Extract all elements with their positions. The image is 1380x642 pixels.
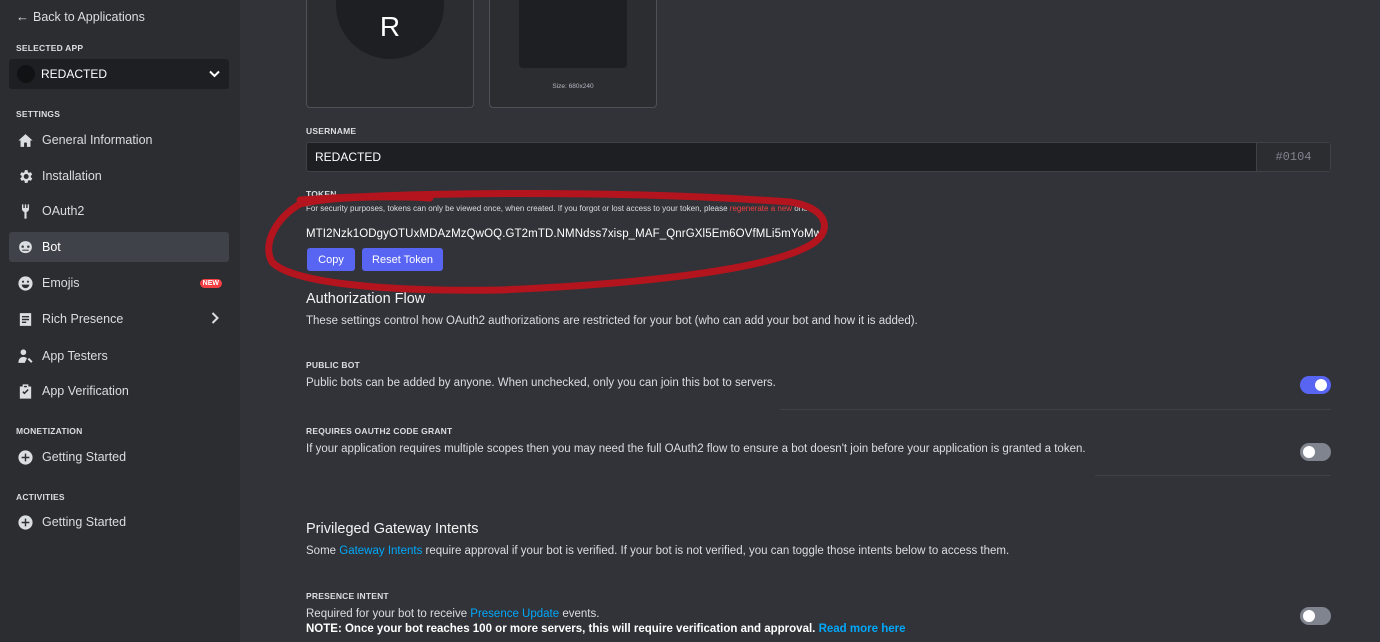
presence-intent-description: Required for your bot to receive Presenc… bbox=[306, 608, 599, 620]
sidebar-item-label: App Verification bbox=[42, 384, 129, 398]
monetization-label: MONETIZATION bbox=[16, 426, 83, 436]
gateway-intents-link[interactable]: Gateway Intents bbox=[339, 545, 422, 557]
sidebar-item-label: Getting Started bbox=[42, 450, 127, 464]
username-label: USERNAME bbox=[306, 126, 357, 136]
sidebar-item-label: Bot bbox=[42, 240, 61, 254]
settings-label: SETTINGS bbox=[16, 109, 61, 119]
sidebar: ← Back to Applications SELECTED APP REDA… bbox=[0, 0, 240, 642]
public-bot-description: Public bots can be added by anyone. When… bbox=[306, 377, 776, 389]
token-help-text-part: For security purposes, tokens can only b… bbox=[306, 204, 730, 213]
divider bbox=[780, 409, 1331, 410]
bot-avatar[interactable]: R bbox=[336, 0, 444, 59]
back-to-applications-link[interactable]: ← Back to Applications bbox=[16, 9, 145, 24]
privileged-intents-description: Some Gateway Intents require approval if… bbox=[306, 545, 1009, 557]
intents-desc-start: Some bbox=[306, 545, 340, 557]
selected-app-label: SELECTED APP bbox=[16, 43, 84, 53]
banner-card[interactable]: Size: 680x240 bbox=[489, 0, 657, 108]
gear-icon bbox=[16, 167, 34, 185]
divider bbox=[1095, 475, 1331, 476]
presence-desc-end: events. bbox=[559, 608, 600, 620]
sidebar-item-general-information[interactable]: General Information bbox=[9, 125, 229, 155]
presence-intent-toggle[interactable] bbox=[1300, 607, 1331, 625]
authorization-flow-description: These settings control how OAuth2 author… bbox=[306, 315, 918, 327]
sidebar-item-installation[interactable]: Installation bbox=[9, 161, 229, 191]
chevron-right-icon bbox=[211, 311, 219, 327]
avatar-letter: R bbox=[379, 11, 401, 42]
document-icon bbox=[16, 310, 34, 328]
sidebar-item-app-testers[interactable]: App Testers bbox=[9, 341, 229, 371]
banner-preview[interactable] bbox=[519, 0, 627, 68]
discriminator: #0104 bbox=[1256, 143, 1330, 171]
chevron-down-icon bbox=[209, 67, 220, 81]
toggle-knob bbox=[1315, 379, 1327, 391]
avatar-card[interactable]: R bbox=[306, 0, 474, 108]
activities-label: ACTIVITIES bbox=[16, 492, 65, 502]
regenerate-link[interactable]: regenerate a new bbox=[730, 204, 792, 213]
sidebar-item-label: Emojis bbox=[42, 276, 80, 290]
person-icon bbox=[16, 347, 34, 365]
sidebar-item-oauth2[interactable]: OAuth2 bbox=[9, 196, 229, 226]
wrench-icon bbox=[16, 202, 34, 220]
app-avatar bbox=[17, 65, 35, 83]
app-selector[interactable]: REDACTED bbox=[9, 59, 229, 89]
code-grant-label: REQUIRES OAUTH2 CODE GRANT bbox=[306, 426, 453, 436]
sidebar-item-label: OAuth2 bbox=[42, 204, 85, 218]
plus-circle-icon bbox=[16, 448, 34, 466]
presence-intent-note: NOTE: Once your bot reaches 100 or more … bbox=[306, 623, 906, 635]
main-content: R Size: 680x240 USERNAME #0104 TOKEN For… bbox=[240, 0, 1380, 642]
read-more-link[interactable]: Read more here bbox=[819, 623, 906, 635]
token-label: TOKEN bbox=[306, 189, 337, 199]
username-input[interactable] bbox=[307, 143, 1256, 171]
presence-desc-start: Required for your bot to receive bbox=[306, 608, 471, 620]
sidebar-item-label: General Information bbox=[42, 133, 153, 147]
public-bot-toggle[interactable] bbox=[1300, 376, 1331, 394]
smile-icon bbox=[16, 274, 34, 292]
bot-icon bbox=[16, 238, 34, 256]
privileged-intents-title: Privileged Gateway Intents bbox=[306, 521, 479, 537]
sidebar-item-monetization-getting-started[interactable]: Getting Started bbox=[9, 442, 229, 472]
token-value: MTI2Nzk1ODgyOTUxMDAzMzQwOQ.GT2mTD.NMNdss… bbox=[306, 228, 823, 240]
authorization-flow-title: Authorization Flow bbox=[306, 291, 426, 307]
banner-size-hint: Size: 680x240 bbox=[552, 83, 594, 90]
token-help-text-end: one. bbox=[792, 204, 810, 213]
code-grant-toggle[interactable] bbox=[1300, 443, 1331, 461]
intents-desc-end: require approval if your bot is verified… bbox=[422, 545, 1010, 557]
sidebar-item-emojis[interactable]: Emojis NEW bbox=[9, 268, 229, 298]
sidebar-item-rich-presence[interactable]: Rich Presence bbox=[9, 304, 229, 334]
plus-circle-icon bbox=[16, 513, 34, 531]
app-name: REDACTED bbox=[41, 67, 108, 81]
sidebar-item-label: Getting Started bbox=[42, 515, 127, 529]
sidebar-item-label: Installation bbox=[42, 169, 102, 183]
token-help-text: For security purposes, tokens can only b… bbox=[306, 204, 810, 213]
new-badge: NEW bbox=[199, 278, 222, 288]
username-field: #0104 bbox=[306, 142, 1331, 172]
reset-token-button[interactable]: Reset Token bbox=[362, 248, 443, 271]
arrow-left-icon: ← bbox=[16, 9, 29, 24]
back-link-label: Back to Applications bbox=[33, 9, 145, 24]
sidebar-item-label: App Testers bbox=[42, 349, 108, 363]
presence-intent-label: PRESENCE INTENT bbox=[306, 591, 389, 601]
presence-note-text: NOTE: Once your bot reaches 100 or more … bbox=[306, 623, 816, 635]
sidebar-item-label: Rich Presence bbox=[42, 312, 124, 326]
sidebar-item-app-verification[interactable]: App Verification bbox=[9, 376, 229, 406]
sidebar-item-bot[interactable]: Bot bbox=[9, 232, 229, 262]
public-bot-label: PUBLIC BOT bbox=[306, 360, 360, 370]
toggle-knob bbox=[1303, 610, 1315, 622]
sidebar-item-activities-getting-started[interactable]: Getting Started bbox=[9, 507, 229, 537]
home-icon bbox=[16, 131, 34, 149]
code-grant-description: If your application requires multiple sc… bbox=[306, 443, 1086, 455]
copy-button[interactable]: Copy bbox=[307, 248, 355, 271]
presence-update-link[interactable]: Presence Update bbox=[470, 608, 559, 620]
toggle-knob bbox=[1303, 446, 1315, 458]
clipboard-check-icon bbox=[16, 382, 34, 400]
